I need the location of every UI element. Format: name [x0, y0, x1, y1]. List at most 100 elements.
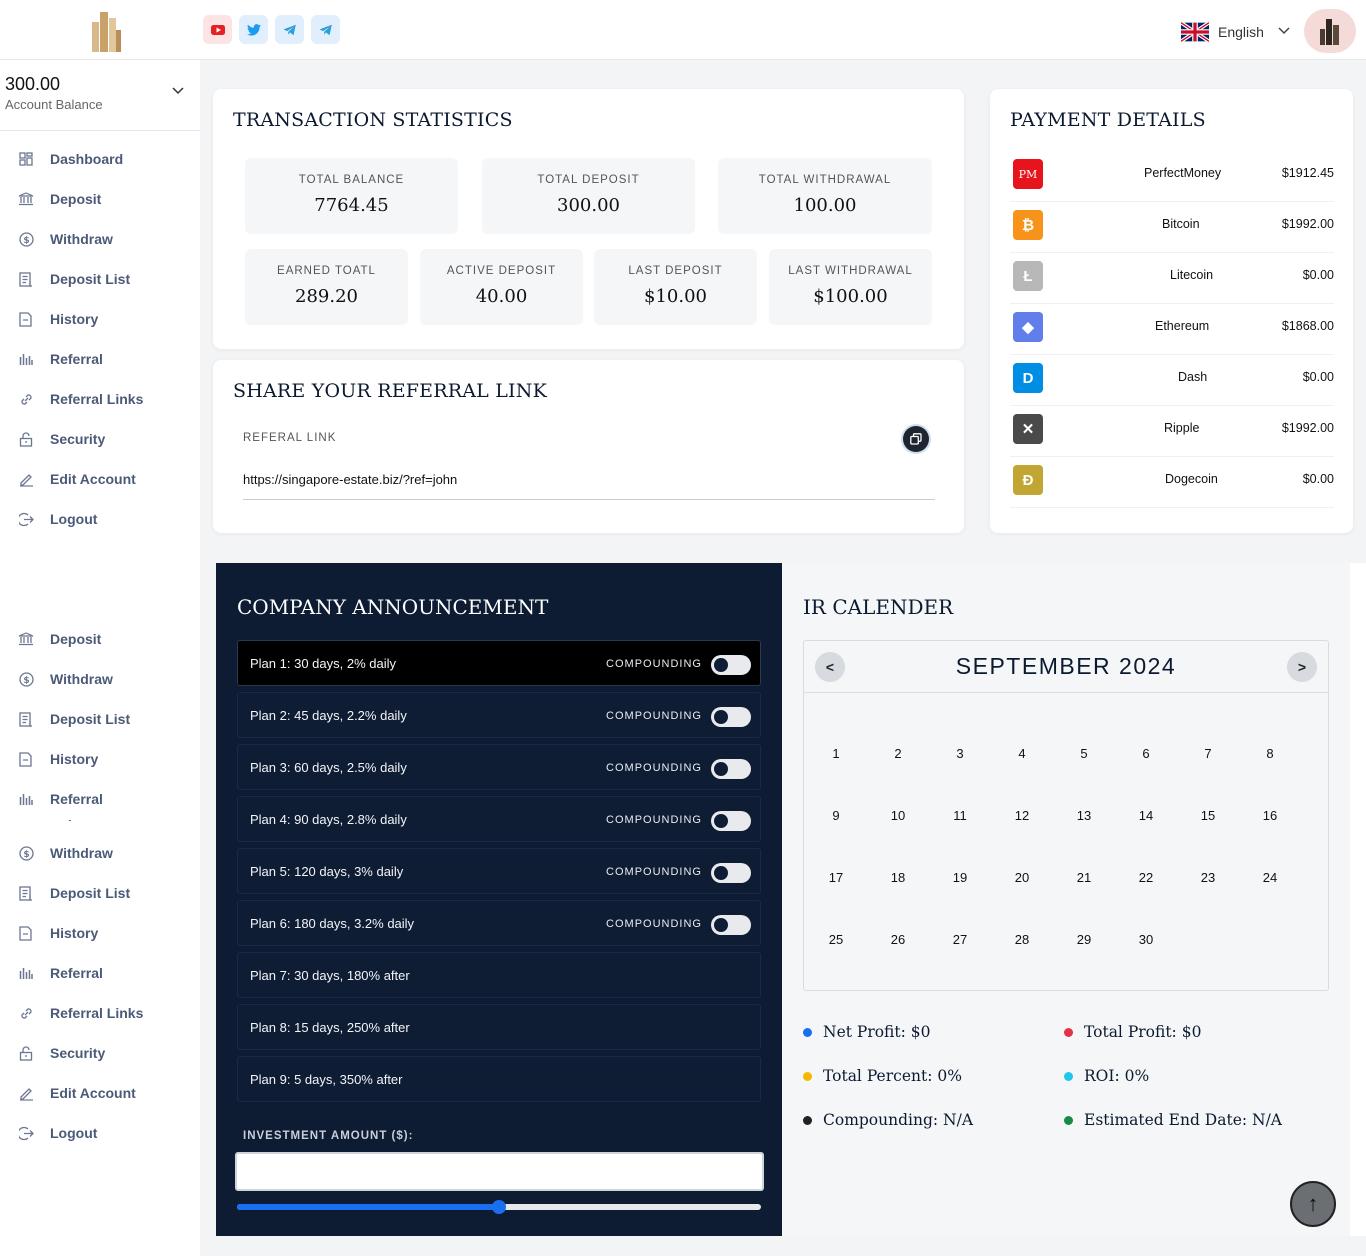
compounding-toggle[interactable]: [711, 759, 751, 779]
calendar-day[interactable]: 7: [1193, 746, 1223, 761]
sidebar-item-withdraw[interactable]: $ Withdraw: [0, 219, 200, 259]
plan-item[interactable]: Plan 1: 30 days, 2% daily COMPOUNDING: [237, 640, 761, 686]
sidebar-item-deposit-list[interactable]: Deposit List: [0, 259, 200, 299]
calendar-day[interactable]: 1: [821, 746, 851, 761]
plan-text: Plan 8: 15 days, 250% after: [250, 1020, 410, 1035]
calendar-title: IR CALENDER: [803, 595, 954, 619]
sidebar-item-deposit[interactable]: Deposit: [0, 179, 200, 219]
compounding-toggle[interactable]: [711, 915, 751, 935]
payment-row: PM PerfectMoney $1912.45: [1010, 151, 1334, 202]
compounding-toggle[interactable]: [711, 655, 751, 675]
calendar-day[interactable]: 3: [945, 746, 975, 761]
payment-amount: $0.00: [1302, 268, 1334, 282]
investment-amount-input[interactable]: [235, 1152, 764, 1191]
calendar-day[interactable]: 21: [1069, 870, 1099, 885]
calendar-day[interactable]: 19: [945, 870, 975, 885]
calendar-day[interactable]: 4: [1007, 746, 1037, 761]
plan-item[interactable]: Plan 9: 5 days, 350% after: [237, 1056, 761, 1102]
plan-item[interactable]: Plan 4: 90 days, 2.8% daily COMPOUNDING: [237, 796, 761, 842]
sidebar-item-dashboard[interactable]: Dashboard: [0, 139, 200, 179]
sidebar-item-label: Security: [50, 1045, 106, 1061]
svg-text:$: $: [23, 850, 29, 860]
calendar-day[interactable]: 9: [821, 808, 851, 823]
stat-label: ACTIVE DEPOSIT: [446, 265, 557, 277]
sidebar-item-referral-links[interactable]: Referral Links: [0, 993, 200, 1033]
calendar-day[interactable]: 10: [883, 808, 913, 823]
sidebar-item-referral[interactable]: Referral: [0, 339, 200, 379]
calendar-day[interactable]: 28: [1007, 932, 1037, 947]
sidebar-item-security[interactable]: Security: [0, 419, 200, 459]
sidebar-item-deposit-list[interactable]: Deposit List: [0, 873, 200, 913]
dollar-circle-icon: $: [18, 845, 34, 861]
scrollbar[interactable]: [1350, 563, 1366, 1236]
sidebar-item-history[interactable]: History: [0, 299, 200, 339]
sidebar-item-deposit-list[interactable]: Deposit List: [0, 699, 200, 739]
plan-item[interactable]: Plan 8: 15 days, 250% after: [237, 1004, 761, 1050]
plan-item[interactable]: Plan 7: 30 days, 180% after: [237, 952, 761, 998]
sidebar-item-history[interactable]: History: [0, 913, 200, 953]
calendar-day[interactable]: 8: [1255, 746, 1285, 761]
calendar-day[interactable]: 18: [883, 870, 913, 885]
sidebar-item-edit-account[interactable]: Edit Account: [0, 459, 200, 499]
calendar-day[interactable]: 24: [1255, 870, 1285, 885]
calendar-day[interactable]: 6: [1131, 746, 1161, 761]
sidebar-item-logout[interactable]: Logout: [0, 1113, 200, 1153]
legend-item: ROI: 0%: [1064, 1067, 1149, 1085]
calendar-day[interactable]: 20: [1007, 870, 1037, 885]
twitter-icon[interactable]: [239, 15, 268, 44]
sidebar-item-security[interactable]: Security: [0, 1033, 200, 1073]
sidebar-item-deposit[interactable]: Deposit: [0, 820, 200, 833]
plan-item[interactable]: Plan 6: 180 days, 3.2% daily COMPOUNDING: [237, 900, 761, 946]
telegram-icon[interactable]: [311, 15, 340, 44]
youtube-icon[interactable]: [203, 15, 232, 44]
calendar-day[interactable]: 23: [1193, 870, 1223, 885]
investment-slider[interactable]: [237, 1200, 761, 1214]
calendar-day[interactable]: 14: [1131, 808, 1161, 823]
calendar-day[interactable]: 17: [821, 870, 851, 885]
sidebar-item-edit-account[interactable]: Edit Account: [0, 1073, 200, 1113]
language-selector[interactable]: English: [1181, 22, 1290, 42]
legend-text: Compounding: N/A: [823, 1111, 974, 1129]
sidebar-item-referral[interactable]: Referral: [0, 779, 200, 819]
chevron-down-icon[interactable]: [172, 84, 184, 98]
sidebar-item-referral-links[interactable]: Referral Links: [0, 379, 200, 419]
calendar-day[interactable]: 15: [1193, 808, 1223, 823]
referral-link-value[interactable]: https://singapore-estate.biz/?ref=john: [243, 472, 457, 487]
sidebar-item-referral[interactable]: Referral: [0, 953, 200, 993]
payment-row: ₿ Bitcoin $1992.00: [1010, 202, 1334, 253]
calendar-day[interactable]: 27: [945, 932, 975, 947]
calendar-day[interactable]: 13: [1069, 808, 1099, 823]
telegram-icon[interactable]: [275, 15, 304, 44]
calendar-day[interactable]: 26: [883, 932, 913, 947]
sidebar-item-label: Referral Links: [50, 391, 144, 407]
plan-item[interactable]: Plan 3: 60 days, 2.5% daily COMPOUNDING: [237, 744, 761, 790]
building-logo-icon[interactable]: [88, 8, 124, 52]
slider-thumb[interactable]: [492, 1200, 506, 1214]
copy-icon[interactable]: [903, 426, 929, 452]
calendar-day[interactable]: 29: [1069, 932, 1099, 947]
calendar-day[interactable]: 22: [1131, 870, 1161, 885]
calendar-day[interactable]: 11: [945, 808, 975, 823]
plan-item[interactable]: Plan 2: 45 days, 2.2% daily COMPOUNDING: [237, 692, 761, 738]
sidebar-item-deposit[interactable]: Deposit: [0, 632, 200, 659]
legend-dot-icon: [803, 1027, 812, 1037]
calendar-day[interactable]: 5: [1069, 746, 1099, 761]
compounding-toggle[interactable]: [711, 863, 751, 883]
calendar-day[interactable]: 30: [1131, 932, 1161, 947]
compounding-toggle[interactable]: [711, 811, 751, 831]
calendar-day[interactable]: 25: [821, 932, 851, 947]
next-month-button[interactable]: >: [1287, 652, 1317, 682]
calendar-day[interactable]: 2: [883, 746, 913, 761]
sidebar-item-logout[interactable]: Logout: [0, 499, 200, 539]
calendar-day[interactable]: 16: [1255, 808, 1285, 823]
sidebar-item-history[interactable]: History: [0, 739, 200, 779]
logout-icon: [18, 1125, 34, 1141]
scroll-to-top-button[interactable]: ↑: [1290, 1181, 1336, 1227]
avatar[interactable]: [1304, 9, 1356, 53]
compounding-toggle[interactable]: [711, 707, 751, 727]
sidebar-item-withdraw[interactable]: $ Withdraw: [0, 833, 200, 873]
sidebar-item-withdraw[interactable]: $ Withdraw: [0, 659, 200, 699]
calendar-day[interactable]: 12: [1007, 808, 1037, 823]
payment-amount: $0.00: [1302, 472, 1334, 486]
plan-item[interactable]: Plan 5: 120 days, 3% daily COMPOUNDING: [237, 848, 761, 894]
